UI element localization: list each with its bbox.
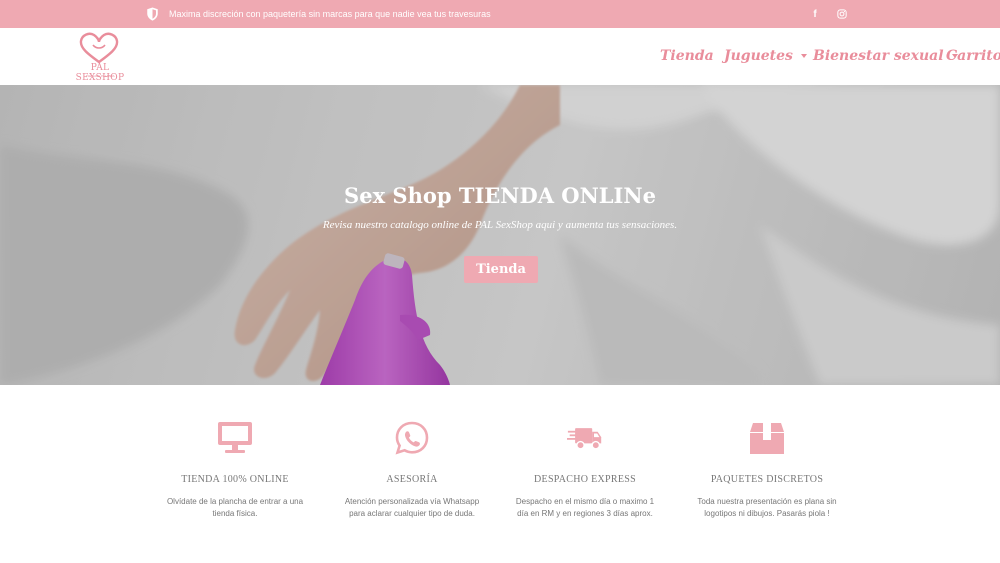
chevron-down-icon	[800, 54, 807, 58]
nav-item-label: Tienda	[660, 48, 714, 64]
top-announcement-bar: Maxima discreción con paquetería sin mar…	[0, 0, 1000, 28]
feature-asesoria: ASESORÍA Atención personalizada vía What…	[337, 420, 487, 520]
nav-item-bienestar-sexual[interactable]: Bienestar sexual	[813, 48, 958, 64]
hero-subtitle: Revisa nuestro catalogo online de PAL Se…	[322, 219, 678, 231]
feature-despacho-express: DESPACHO EXPRESS Despacho en el mismo dí…	[510, 420, 660, 520]
logo-brand-text: PAL SEXSHOP	[75, 63, 125, 83]
feature-description: Atención personalizada vía Whatsapp para…	[344, 497, 480, 518]
hero-banner: Sex Shop TIENDA ONLINe Revisa nuestro ca…	[0, 85, 1000, 385]
discretion-notice: Maxima discreción con paquetería sin mar…	[146, 7, 491, 21]
feature-title: ASESORÍA	[386, 474, 438, 485]
feature-tienda-online: TIENDA 100% ONLINE Olvídate de la planch…	[160, 420, 310, 520]
hero-overlay	[0, 85, 1000, 385]
site-header: PAL SEXSHOP SE SABE PALABRA Tienda Jugue…	[0, 28, 1000, 85]
feature-description: Despacho en el mismo día o maximo 1 día …	[515, 497, 655, 518]
facebook-icon[interactable]: f	[808, 7, 822, 21]
heart-logo-icon	[79, 32, 119, 64]
nav-item-label: Bienestar sexual	[813, 48, 944, 64]
feature-title: TIENDA 100% ONLINE	[181, 474, 289, 485]
feature-paquetes-discretos: PAQUETES DISCRETOS Toda nuestra presenta…	[692, 420, 842, 520]
instagram-icon[interactable]	[835, 7, 849, 21]
whatsapp-icon	[392, 420, 432, 456]
nav-item-carrito[interactable]: Carrito	[946, 48, 1000, 64]
hero-title: Sex Shop TIENDA ONLINe	[344, 183, 656, 208]
nav-item-label: Carrito	[946, 48, 1000, 64]
feature-title: DESPACHO EXPRESS	[534, 474, 636, 485]
feature-title: PAQUETES DISCRETOS	[710, 474, 824, 485]
nav-item-juguetes[interactable]: Juguetes	[724, 48, 807, 64]
site-logo[interactable]: PAL SEXSHOP SE SABE PALABRA	[70, 32, 130, 83]
box-icon	[747, 420, 787, 456]
nav-item-tienda[interactable]: Tienda	[660, 48, 714, 64]
discretion-notice-text: Maxima discreción con paquetería sin mar…	[169, 9, 491, 19]
shield-icon	[147, 7, 158, 21]
monitor-icon	[215, 420, 255, 456]
nav-item-label: Juguetes	[724, 48, 793, 64]
hero-tienda-button[interactable]: Tienda	[464, 256, 538, 283]
truck-icon	[565, 420, 605, 456]
logo-tagline: SE SABE PALABRA	[87, 74, 115, 78]
feature-description: Olvídate de la plancha de entrar a una t…	[166, 497, 304, 518]
feature-description: Toda nuestra presentación es plana sin l…	[697, 497, 837, 518]
